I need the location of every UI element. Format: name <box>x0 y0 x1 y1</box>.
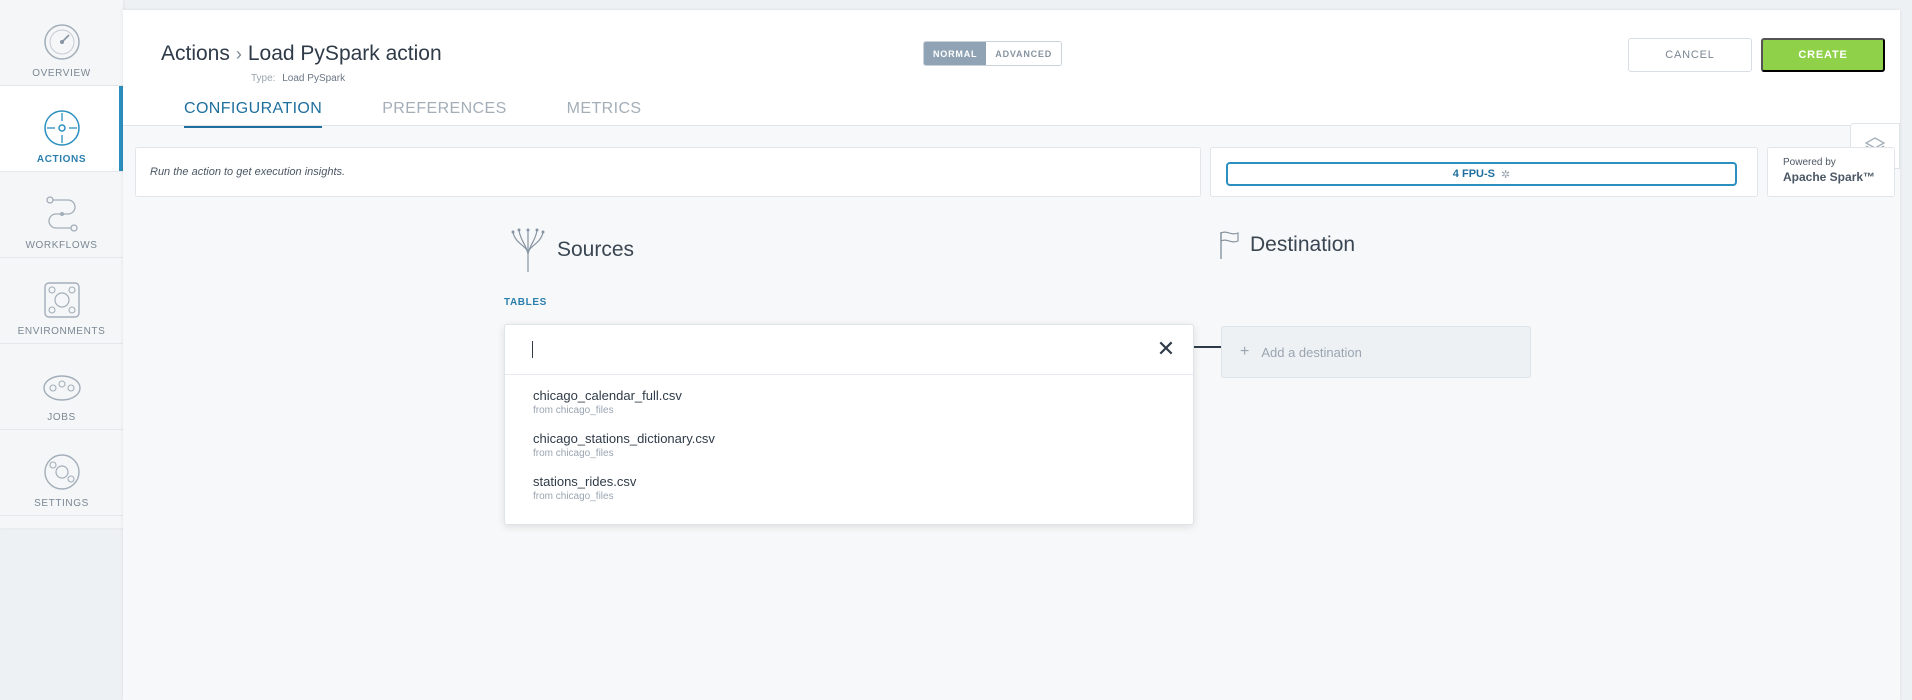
page-title: Load PySpark action <box>247 42 442 65</box>
powered-by-badge: Powered by Apache Spark™ <box>1767 147 1895 197</box>
sources-title: Sources <box>557 238 635 261</box>
destination-header: Destination <box>1218 230 1355 260</box>
tab-bar: CONFIGURATION PREFERENCES METRICS <box>184 100 642 128</box>
insights-bar: Run the action to get execution insights… <box>135 147 1895 205</box>
fpu-value: 4 FPU-S <box>1452 168 1495 180</box>
sidebar-item-label: ENVIRONMENTS <box>17 326 106 337</box>
sidebar-item-environments[interactable]: ENVIRONMENTS <box>0 258 123 344</box>
tab-configuration[interactable]: CONFIGURATION <box>184 100 323 128</box>
text-caret <box>532 341 533 358</box>
breadcrumb-root-link[interactable]: Actions <box>161 42 230 66</box>
destination-title: Destination <box>1250 233 1356 256</box>
sidebar: OVERVIEW ACTIONS WORKFLOWS ENVIRONMENTS … <box>0 0 123 528</box>
sources-header: Sources <box>509 228 634 272</box>
sidebar-item-workflows[interactable]: WORKFLOWS <box>0 172 123 258</box>
environment-icon <box>43 282 80 318</box>
table-option-name: stations_rides.csv <box>533 474 637 489</box>
sidebar-item-jobs[interactable]: JOBS <box>0 344 123 430</box>
table-option-source: from chicago_files <box>533 405 614 416</box>
cancel-button[interactable]: CANCEL <box>1628 38 1752 72</box>
crosshair-icon <box>43 110 80 146</box>
settings-icon <box>43 454 80 490</box>
flag-icon <box>1220 231 1239 259</box>
table-option-source: from chicago_files <box>533 491 614 502</box>
add-destination-button[interactable]: + Add a destination <box>1221 326 1531 378</box>
sidebar-item-label: OVERVIEW <box>32 68 91 79</box>
table-picker-dropdown: ✕ chicago_calendar_full.csv from chicago… <box>504 324 1194 525</box>
table-option-name: chicago_calendar_full.csv <box>533 388 682 403</box>
mode-toggle: NORMAL ADVANCED <box>923 41 1063 66</box>
tab-preferences[interactable]: PREFERENCES <box>382 100 506 126</box>
mode-advanced-button[interactable]: ADVANCED <box>986 42 1062 65</box>
action-type: Type: Load PySpark <box>251 73 345 84</box>
mode-normal-button[interactable]: NORMAL <box>924 42 987 65</box>
sidebar-item-actions[interactable]: ACTIONS <box>0 86 123 172</box>
chevron-right-icon: › <box>235 43 242 64</box>
tables-label: TABLES <box>504 297 547 308</box>
table-option[interactable]: chicago_calendar_full.csv from chicago_f… <box>505 383 1193 426</box>
sidebar-item-label: WORKFLOWS <box>25 240 98 251</box>
gear-icon: ✲ <box>1500 168 1511 181</box>
connector-line <box>1194 346 1221 348</box>
workflow-icon <box>45 196 78 232</box>
main-panel: Actions › Load PySpark action Type: Load… <box>123 10 1900 700</box>
table-search-input[interactable] <box>525 337 1125 363</box>
add-destination-label: Add a destination <box>1261 344 1362 360</box>
sidebar-item-label: ACTIONS <box>36 154 87 165</box>
table-options-list: chicago_calendar_full.csv from chicago_f… <box>505 383 1193 512</box>
insights-message: Run the action to get execution insights… <box>135 147 1201 197</box>
type-label: Type: <box>251 73 276 84</box>
type-value: Load PySpark <box>282 73 346 84</box>
engine-name: Apache Spark™ <box>1783 170 1876 184</box>
table-option[interactable]: chicago_stations_dictionary.csv from chi… <box>505 426 1193 469</box>
table-option-name: chicago_stations_dictionary.csv <box>533 431 715 446</box>
fpu-panel: 4 FPU-S ✲ <box>1210 147 1758 197</box>
close-icon[interactable]: ✕ <box>1155 338 1177 360</box>
sidebar-item-label: JOBS <box>47 412 76 423</box>
table-option-source: from chicago_files <box>533 448 614 459</box>
plus-icon: + <box>1240 343 1250 360</box>
search-row: ✕ <box>505 325 1193 375</box>
jobs-icon <box>42 375 81 401</box>
table-option[interactable]: stations_rides.csv from chicago_files <box>505 469 1193 512</box>
sidebar-item-overview[interactable]: OVERVIEW <box>0 0 123 86</box>
sidebar-item-settings[interactable]: SETTINGS <box>0 430 123 516</box>
powered-by-label: Powered by <box>1783 157 1836 168</box>
sidebar-item-label: SETTINGS <box>34 498 89 509</box>
tab-metrics[interactable]: METRICS <box>567 100 642 126</box>
breadcrumb: Actions › Load PySpark action <box>161 42 442 66</box>
gauge-icon <box>43 24 80 60</box>
sources-tree-icon <box>511 228 545 272</box>
page-header: Actions › Load PySpark action Type: Load… <box>123 10 1900 128</box>
fpu-selector[interactable]: 4 FPU-S ✲ <box>1226 162 1737 186</box>
create-button[interactable]: CREATE <box>1761 38 1885 72</box>
